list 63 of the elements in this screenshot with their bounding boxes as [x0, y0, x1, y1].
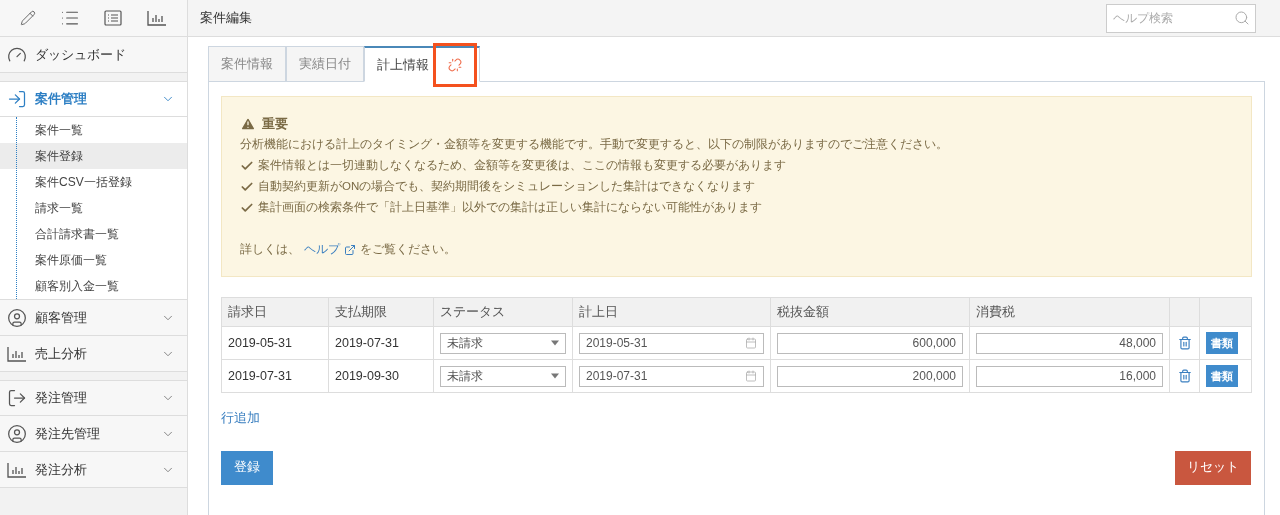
tax-field[interactable]: 16,000 — [976, 365, 1163, 387]
alert-point: 集計画面の検索条件で「計上日基準」以外での集計は正しい集計にならない可能性があります — [258, 200, 762, 216]
sidebar-section[interactable]: 発注分析 — [0, 452, 187, 488]
date-field[interactable]: 2019-05-31 — [579, 332, 764, 354]
search-field[interactable]: ヘルプ検索 — [1106, 3, 1256, 33]
calendar-icon[interactable] — [745, 370, 757, 382]
documents-button[interactable]: 書類 — [1206, 332, 1238, 354]
column-header: 支払期限 — [328, 297, 434, 327]
column-header: 税抜金額 — [770, 297, 970, 327]
tax-field[interactable]: 48,000 — [976, 332, 1163, 354]
pencil-icon[interactable] — [19, 10, 36, 26]
sidebar-item[interactable]: 案件原価一覧 — [0, 247, 187, 273]
table-cell: 2019-05-31 — [221, 326, 329, 360]
sidebar-item[interactable]: 案件登録 — [0, 143, 187, 169]
trash-icon[interactable] — [1177, 336, 1192, 351]
status-dropdown[interactable]: 未請求 — [440, 332, 566, 354]
sidebar-section[interactable]: 案件管理 — [0, 81, 187, 117]
table-cell: 2019-09-30 — [328, 359, 434, 393]
calendar-icon[interactable] — [745, 337, 757, 349]
sidebar-section[interactable]: 売上分析 — [0, 336, 187, 372]
bar-chart-icon — [147, 10, 168, 26]
list-box-icon[interactable] — [103, 8, 124, 28]
trash-icon[interactable] — [1177, 369, 1192, 384]
dropdown-caret-icon — [551, 373, 559, 379]
table-cell: 2019-07-31 — [221, 359, 329, 393]
sidebar-section[interactable]: 発注管理 — [0, 380, 187, 416]
sidebar-section[interactable]: ダッシュボード — [0, 37, 187, 73]
alert-point: 案件情報とは一切連動しなくなるため、金額等を変更後は、ここの情報も変更する必要があります — [258, 158, 786, 174]
sidebar-section[interactable]: 顧客管理 — [0, 300, 187, 336]
arrow-in-icon — [7, 89, 27, 109]
amount-field[interactable]: 600,000 — [777, 332, 963, 354]
page-title: 案件編集 — [200, 9, 252, 28]
alert-title: 重要 — [262, 115, 288, 133]
alert-text: 詳しくは、 — [240, 242, 300, 257]
unlink-icon — [448, 57, 462, 72]
sidebar-item[interactable]: 案件一覧 — [0, 117, 187, 143]
status-dropdown[interactable]: 未請求 — [440, 365, 566, 387]
help-link[interactable]: ヘルプ — [304, 239, 340, 260]
add-row-link[interactable]: 行追加 — [221, 409, 260, 428]
alert-point: 自動契約更新がONの場合でも、契約期間後をシミュレーションした集計はできなくなります — [258, 179, 756, 195]
user-icon — [7, 307, 27, 328]
amount-field[interactable]: 200,000 — [777, 365, 963, 387]
sidebar-item[interactable]: 合計請求書一覧 — [0, 221, 187, 247]
reset-button[interactable]: リセット — [1175, 450, 1251, 485]
sidebar-item[interactable]: 顧客別入金一覧 — [0, 273, 187, 299]
alert-text: をご覧ください。 — [360, 242, 456, 257]
search-icon[interactable] — [1234, 9, 1250, 26]
column-header: 請求日 — [221, 297, 329, 327]
submit-button[interactable]: 登録 — [221, 450, 273, 485]
table-cell: 2019-07-31 — [328, 326, 434, 360]
column-header: 消費税 — [969, 297, 1170, 327]
sidebar-item[interactable]: 案件CSV一括登録 — [0, 169, 187, 195]
documents-button[interactable]: 書類 — [1206, 365, 1238, 387]
sidebar-section[interactable]: 発注先管理 — [0, 416, 187, 452]
user-icon — [7, 423, 27, 444]
sidebar-item[interactable]: 請求一覧 — [0, 195, 187, 221]
column-header: ステータス — [433, 297, 573, 327]
warning-icon — [240, 115, 256, 132]
external-link-icon[interactable] — [344, 243, 356, 256]
column-header: 計上日 — [572, 297, 771, 327]
alert-text: 分析機能における計上のタイミング・金額等を変更する機能です。手動で変更すると、以下の制限がありますのでご注意ください。 — [240, 137, 949, 152]
dropdown-caret-icon — [551, 340, 559, 346]
date-field[interactable]: 2019-07-31 — [579, 365, 764, 387]
